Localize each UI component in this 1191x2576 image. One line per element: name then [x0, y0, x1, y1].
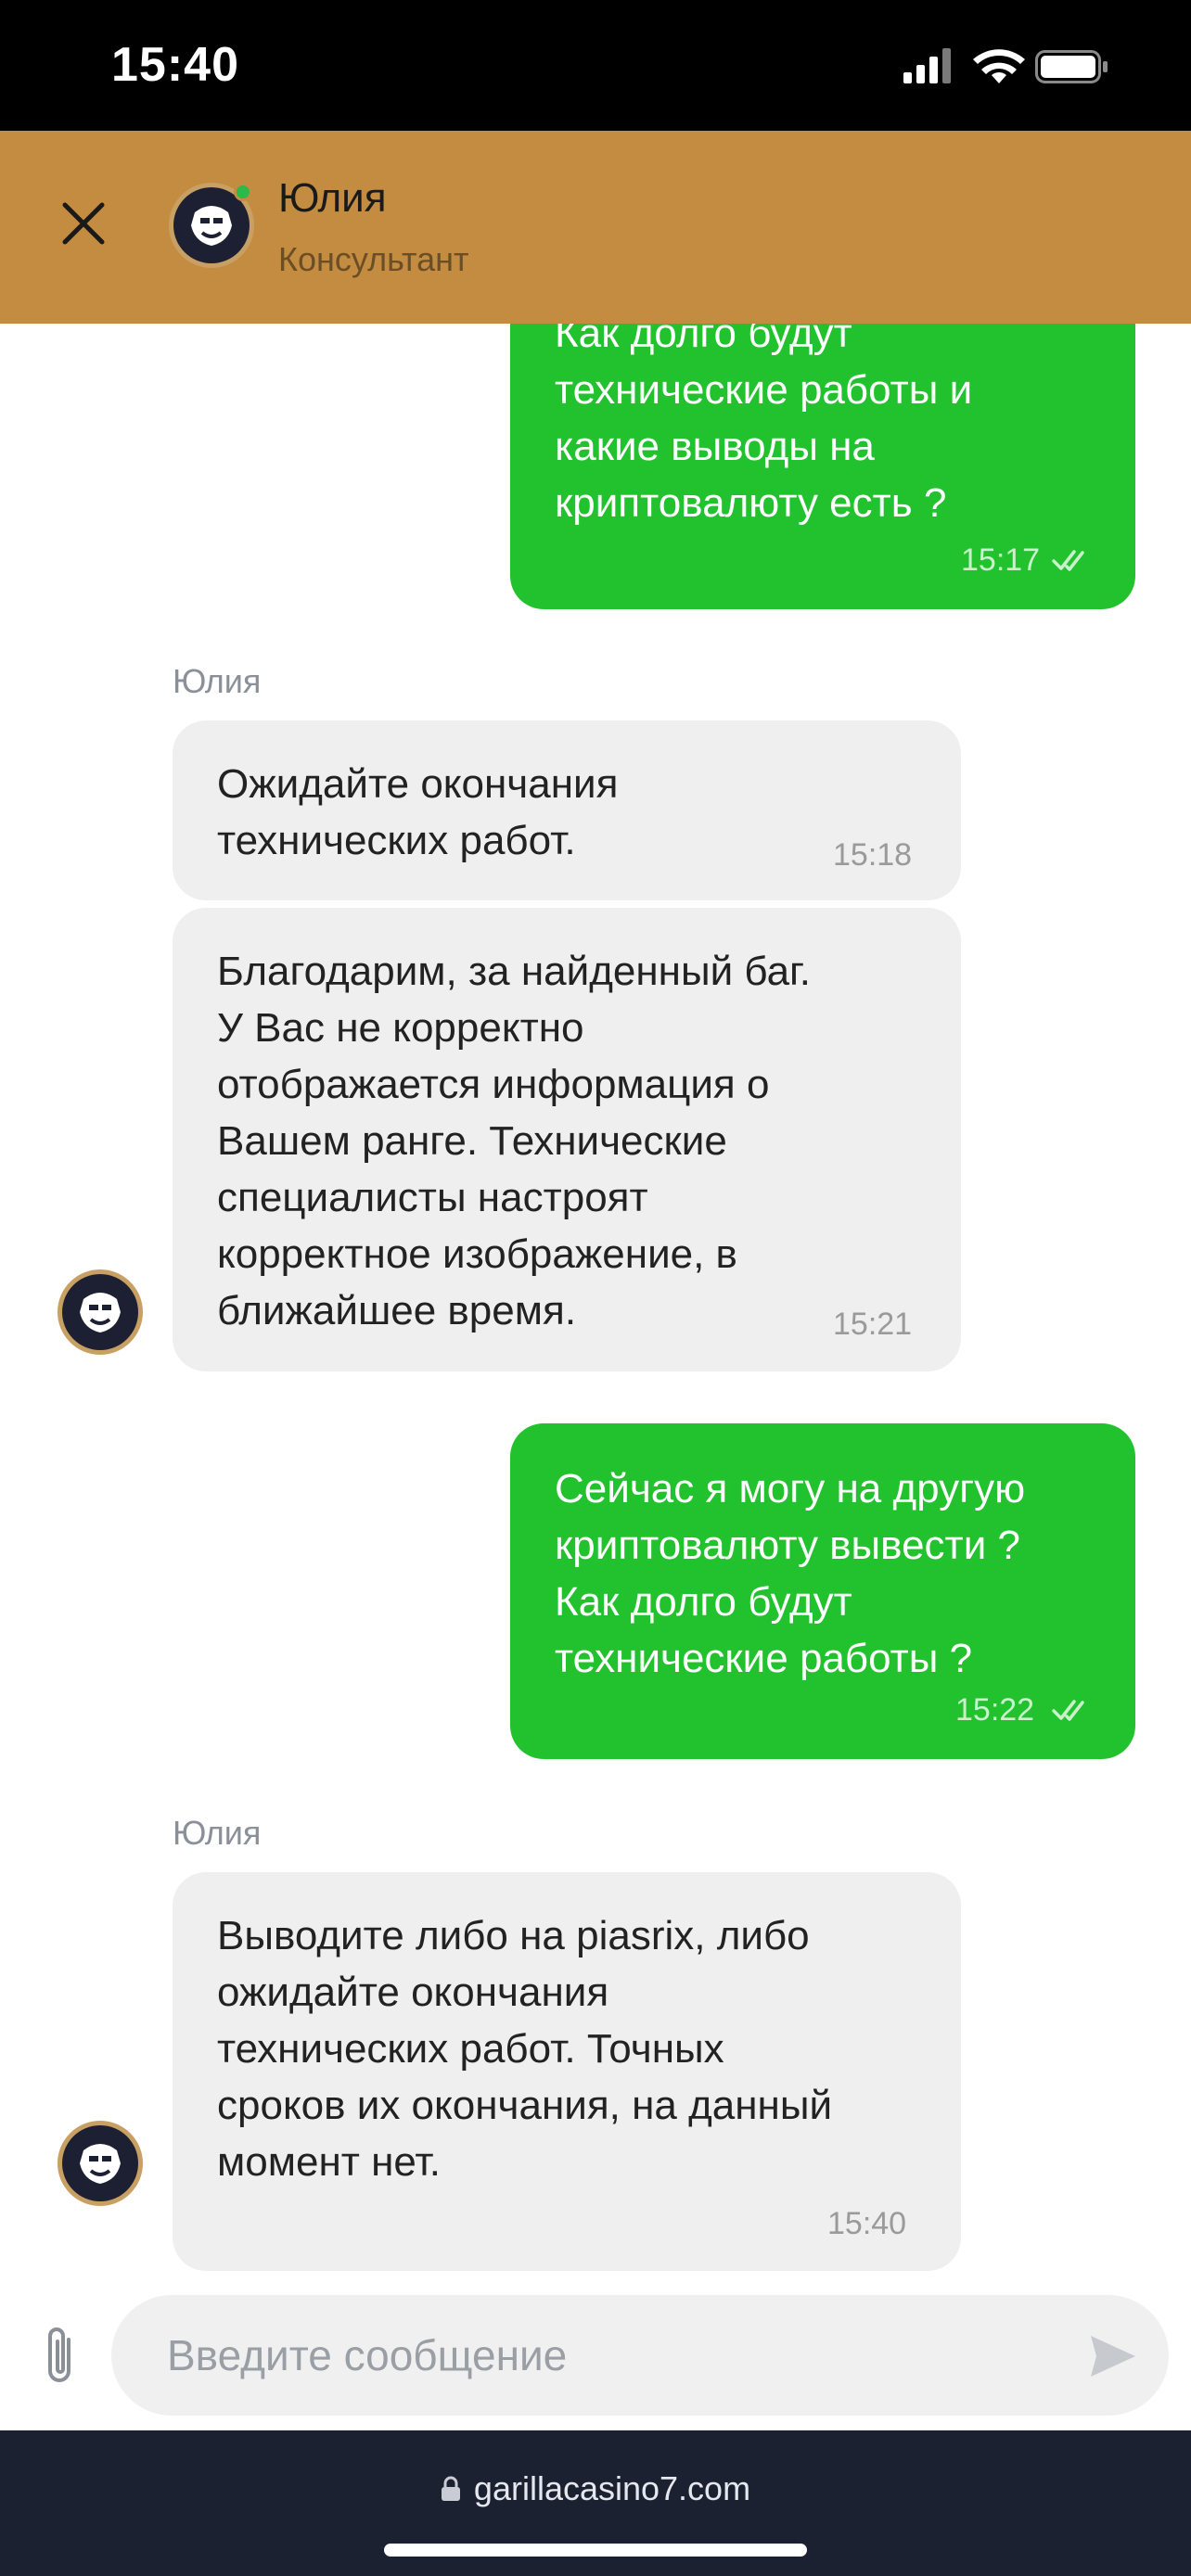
status-time: 15:40 [111, 38, 239, 92]
online-status-dot [234, 183, 252, 201]
outgoing-message: Как долго будут технические работы и как… [510, 324, 1135, 609]
wifi-icon [973, 49, 1025, 83]
cellular-signal-icon [903, 48, 951, 83]
battery-icon [1035, 50, 1108, 83]
home-indicator[interactable] [384, 2544, 807, 2557]
outgoing-message: Сейчас я могу на другую криптовалюту выв… [510, 1423, 1135, 1759]
double-check-icon [1052, 550, 1084, 571]
incoming-message: Ожидайте окончания технических работ. 15… [173, 721, 961, 900]
message-time: 15:22 [955, 1692, 1035, 1728]
message-list[interactable]: Как долго будут технические работы и как… [0, 324, 1191, 2289]
message-text: Ожидайте окончания технических работ. [217, 761, 619, 863]
message-time: 15:21 [833, 1307, 913, 1342]
send-icon[interactable] [1085, 2328, 1141, 2384]
paperclip-icon[interactable] [35, 2323, 87, 2390]
chat-screen: 15:40 Юлия Консультант Как долго будут т… [0, 0, 1191, 2576]
message-time: 15:40 [827, 2206, 907, 2241]
close-icon[interactable] [52, 192, 115, 255]
incoming-message: Благодарим, за найденный баг. У Вас не к… [173, 908, 961, 1371]
status-icons [903, 48, 1108, 83]
gorilla-logo-avatar [58, 2121, 143, 2206]
message-time: 15:17 [961, 542, 1041, 578]
contact-name: Юлия [278, 175, 387, 221]
sender-label: Юлия [173, 662, 262, 700]
message-text: Благодарим, за найденный баг. У Вас не к… [217, 949, 811, 1333]
browser-bar: garillacasino7.com [0, 2430, 1191, 2576]
sender-label: Юлия [173, 1814, 262, 1852]
gorilla-logo-avatar [58, 1269, 143, 1355]
message-time: 15:18 [833, 837, 913, 873]
page-url: garillacasino7.com [473, 2469, 751, 2507]
chat-header: Юлия Консультант [0, 131, 1191, 324]
message-text: Как долго будут технические работы и как… [555, 324, 973, 526]
incoming-message: Выводите либо на piasrix, либо ожидайте … [173, 1872, 961, 2271]
message-text: Сейчас я могу на другую криптовалюту выв… [555, 1466, 1026, 1681]
status-bar: 15:40 [0, 0, 1191, 131]
message-input-container [111, 2295, 1169, 2416]
message-text: Выводите либо на piasrix, либо ожидайте … [217, 1913, 833, 2185]
contact-role: Консультант [278, 240, 469, 278]
url-row[interactable]: garillacasino7.com [0, 2469, 1191, 2508]
lock-icon [441, 2476, 460, 2501]
double-check-icon [1052, 1700, 1084, 1721]
message-composer [0, 2289, 1191, 2430]
message-input[interactable] [167, 2295, 1057, 2416]
